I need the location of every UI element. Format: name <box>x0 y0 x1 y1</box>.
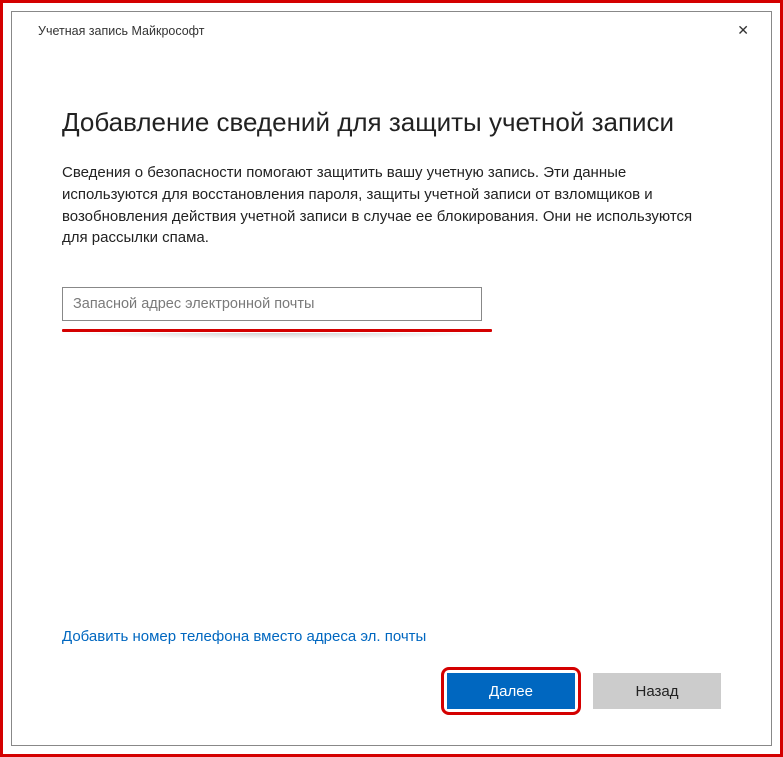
spacer <box>62 339 721 628</box>
close-icon[interactable]: ✕ <box>731 20 755 41</box>
button-row: Далее Назад <box>62 667 721 715</box>
next-button[interactable]: Далее <box>447 673 575 709</box>
content-area: Добавление сведений для защиты учетной з… <box>12 47 771 745</box>
annotation-next-highlight: Далее <box>441 667 581 715</box>
back-button[interactable]: Назад <box>593 673 721 709</box>
backup-email-input[interactable] <box>62 287 482 321</box>
page-description: Сведения о безопасности помогают защитит… <box>62 162 721 249</box>
titlebar: Учетная запись Майкрософт ✕ <box>12 12 771 47</box>
add-phone-link[interactable]: Добавить номер телефона вместо адреса эл… <box>62 628 721 645</box>
annotation-frame: Учетная запись Майкрософт ✕ Добавление с… <box>0 0 783 757</box>
annotation-underline <box>62 329 492 332</box>
dialog-window: Учетная запись Майкрософт ✕ Добавление с… <box>11 11 772 746</box>
window-title: Учетная запись Майкрософт <box>38 24 204 38</box>
email-input-wrap <box>62 287 482 321</box>
page-heading: Добавление сведений для защиты учетной з… <box>62 107 721 138</box>
